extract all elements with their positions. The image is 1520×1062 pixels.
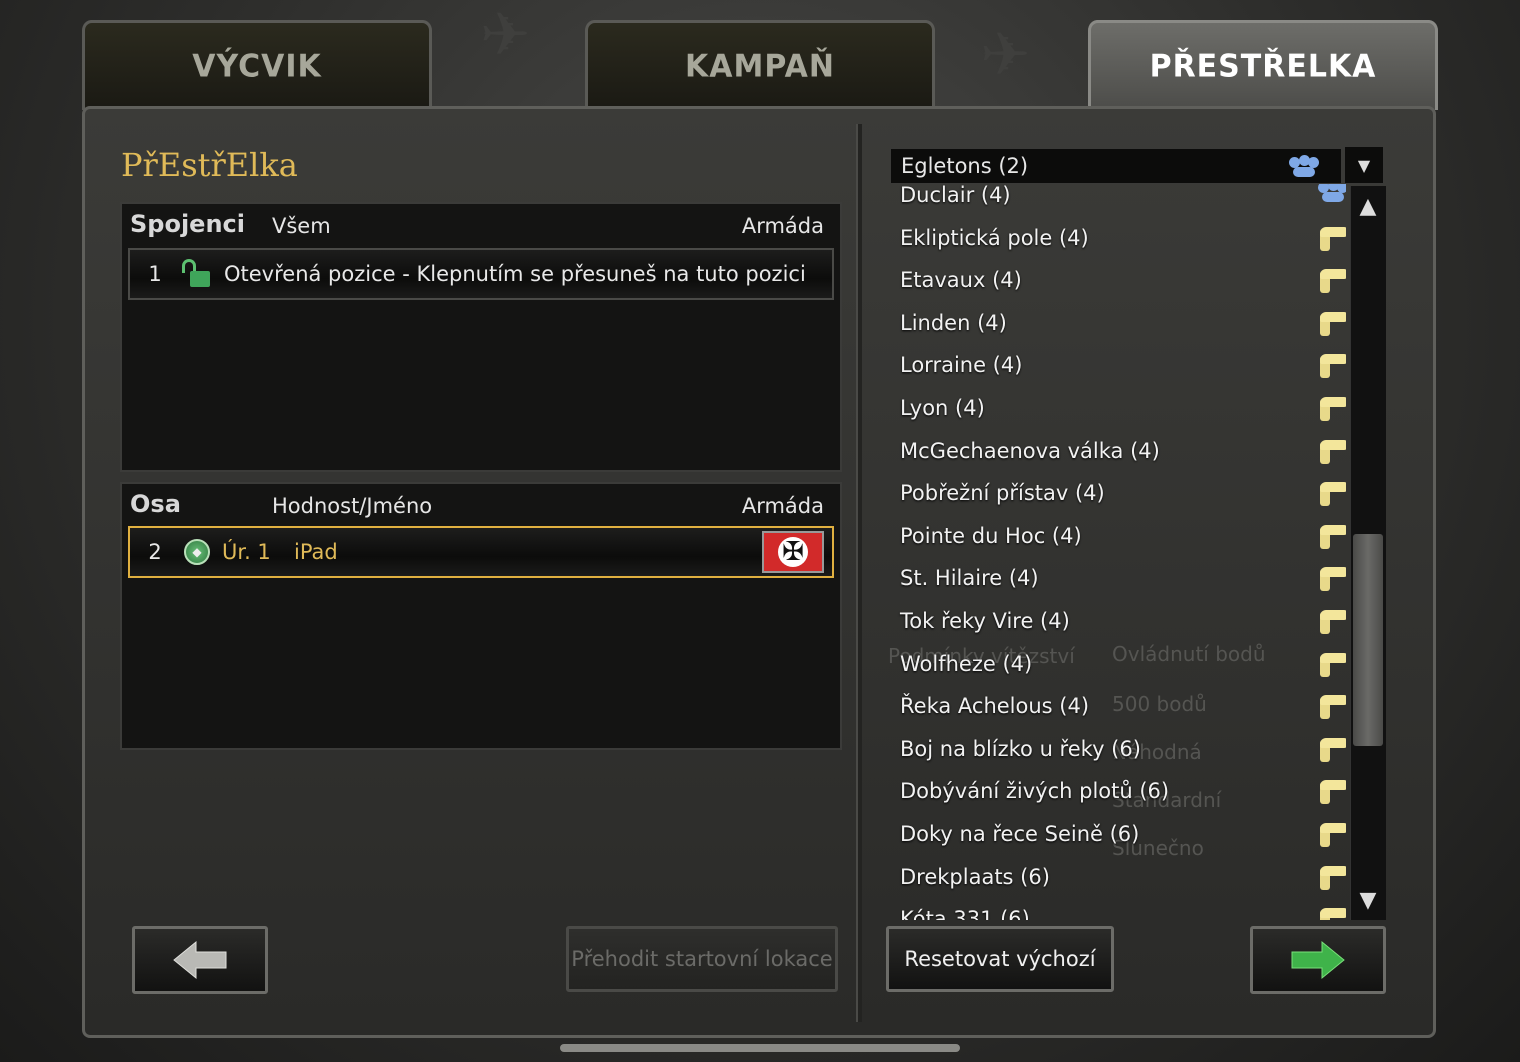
map-list-item[interactable]: Wolfheze (4) xyxy=(900,643,1346,685)
people-icon xyxy=(1289,155,1319,179)
map-list-item[interactable]: Dobývání živých plotů (6) xyxy=(900,770,1346,812)
map-list-item[interactable]: Lorraine (4) xyxy=(900,344,1346,386)
next-arrow-icon xyxy=(1291,940,1345,980)
reset-defaults-button[interactable]: Resetovat výchozí xyxy=(886,926,1114,992)
map-list-item[interactable]: Ekliptická pole (4) xyxy=(900,217,1346,259)
map-name: McGechaenova válka (4) xyxy=(900,438,1160,463)
next-button[interactable] xyxy=(1250,926,1386,994)
map-name: Wolfheze (4) xyxy=(900,651,1033,676)
axis-header: Osa Hodnost/Jméno Armáda xyxy=(122,484,840,528)
map-list-item[interactable]: Řeka Achelous (4) xyxy=(900,685,1346,727)
map-name: Doky na řece Seině (6) xyxy=(900,822,1140,846)
map-list-item[interactable]: Tok řeky Vire (4) xyxy=(900,600,1346,642)
map-name: Drekplaats (6) xyxy=(900,864,1050,889)
map-name: Lyon (4) xyxy=(900,396,985,420)
unlock-icon xyxy=(180,259,216,289)
allies-panel: Spojenci Všem Armáda 1 Otevřená pozice -… xyxy=(120,202,842,472)
scroll-down-icon[interactable]: ▼ xyxy=(1352,884,1384,916)
map-name: Dobývání živých plotů (6) xyxy=(900,779,1170,804)
axis-team-name: Osa xyxy=(130,490,181,518)
map-name: Linden (4) xyxy=(900,310,1007,335)
scrollbar-thumb[interactable] xyxy=(1353,534,1383,746)
player-name: iPad xyxy=(294,540,338,564)
page-title: PřEstřElka xyxy=(121,146,298,184)
german-army-flag-icon[interactable]: ✠ xyxy=(762,531,824,573)
axis-slot-2[interactable]: 2 ◆ Úr. 1 iPad ✠ xyxy=(128,526,834,578)
map-list-item[interactable]: Kóta 331 (6) xyxy=(900,898,1346,920)
allies-team-name: Spojenci xyxy=(130,210,245,238)
map-name: Etavaux (4) xyxy=(900,268,1022,293)
map-list-item[interactable]: Pointe du Hoc (4) xyxy=(900,515,1346,557)
tab-prestrelka[interactable]: PŘESTŘELKA xyxy=(1088,19,1438,111)
slot-number: 2 xyxy=(148,540,162,564)
allies-slot-1[interactable]: 1 Otevřená pozice - Klepnutím se přesune… xyxy=(128,248,834,300)
background-plane-icon: ✈ xyxy=(980,20,1031,90)
map-name: Ekliptická pole (4) xyxy=(900,225,1089,250)
home-indicator xyxy=(560,1044,960,1052)
swap-start-locations-button[interactable]: Přehodit startovní lokace xyxy=(566,926,838,992)
map-name: Boj na blízko u řeky (6) xyxy=(900,736,1141,761)
map-name: Pointe du Hoc (4) xyxy=(900,523,1082,548)
map-list-item[interactable]: Duclair (4) xyxy=(900,184,1346,216)
scroll-up-icon[interactable]: ▲ xyxy=(1352,190,1384,222)
map-list-item[interactable]: Drekplaats (6) xyxy=(900,856,1346,898)
map-name: Lorraine (4) xyxy=(900,353,1023,378)
map-list: Duclair (4) Ekliptická pole (4) Etavaux (4… xyxy=(890,184,1346,920)
tab-kampan[interactable]: KAMPAŇ xyxy=(585,19,935,111)
allies-header: Spojenci Všem Armáda xyxy=(122,204,840,248)
map-list-item[interactable]: Linden (4) xyxy=(900,302,1346,344)
open-slot-text: Otevřená pozice - Klepnutím se přesuneš … xyxy=(224,262,806,286)
map-list-item[interactable]: Boj na blízko u řeky (6) xyxy=(900,728,1346,770)
back-button[interactable] xyxy=(132,926,268,994)
map-name: Duclair (4) xyxy=(900,184,1011,207)
axis-col-rank-name: Hodnost/Jméno xyxy=(272,494,433,518)
rank-icon: ◆ xyxy=(184,539,210,565)
map-list-item[interactable]: Pobřežní přístav (4) xyxy=(900,472,1346,514)
map-list-item[interactable]: Lyon (4) xyxy=(900,387,1346,429)
map-list-item[interactable]: McGechaenova válka (4) xyxy=(900,430,1346,472)
map-select[interactable]: Egletons (2) xyxy=(890,148,1342,184)
map-name: Řeka Achelous (4) xyxy=(900,694,1090,719)
background-plane-icon: ✈ xyxy=(480,0,531,70)
axis-panel: Osa Hodnost/Jméno Armáda 2 ◆ Úr. 1 iPad … xyxy=(120,482,842,750)
map-list-item[interactable]: St. Hilaire (4) xyxy=(900,557,1346,599)
slot-number: 1 xyxy=(148,262,162,286)
map-name: Kóta 331 (6) xyxy=(900,907,1030,920)
axis-col-army: Armáda xyxy=(741,494,824,518)
selected-map-label: Egletons (2) xyxy=(901,154,1029,178)
map-list-item[interactable]: Doky na řece Seině (6) xyxy=(900,813,1346,855)
allies-col-all: Všem xyxy=(272,214,331,238)
player-rank: Úr. 1 xyxy=(222,540,271,564)
map-name: Tok řeky Vire (4) xyxy=(900,609,1070,633)
panel-divider xyxy=(856,124,862,1022)
map-list-item[interactable]: Etavaux (4) xyxy=(900,259,1346,301)
map-name: St. Hilaire (4) xyxy=(900,566,1039,591)
back-arrow-icon xyxy=(173,940,227,980)
tab-vycvik[interactable]: VÝCVIK xyxy=(82,19,432,111)
map-name: Pobřežní přístav (4) xyxy=(900,481,1105,506)
allies-col-army: Armáda xyxy=(741,214,824,238)
dropdown-arrow-icon[interactable]: ▼ xyxy=(1344,146,1384,184)
